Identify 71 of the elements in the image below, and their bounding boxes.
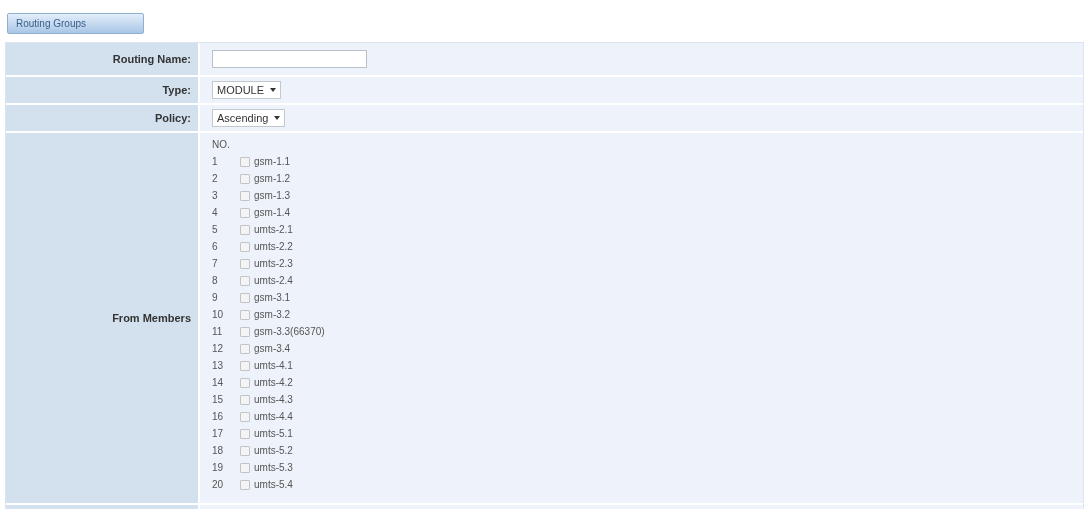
field-label: Policy: (154, 110, 191, 126)
member-label: umts-4.3 (254, 393, 293, 407)
row-number: 20 (212, 478, 225, 492)
row-number: 6 (212, 240, 219, 254)
row-number: 16 (212, 410, 225, 424)
member-label: umts-5.4 (254, 478, 293, 492)
member-checkbox[interactable] (240, 224, 250, 235)
row-number: 11 (212, 325, 224, 339)
member-label: gsm-3.3(66370) (254, 325, 325, 339)
member-checkbox[interactable] (240, 326, 250, 337)
member-label: gsm-3.4 (254, 342, 291, 356)
member-checkbox[interactable] (240, 394, 250, 405)
member-checkbox[interactable] (240, 428, 250, 439)
member-label: umts-5.2 (254, 444, 293, 458)
member-label: gsm-1.1 (254, 155, 291, 169)
member-label: umts-5.1 (254, 427, 293, 441)
member-label: gsm-3.2 (254, 308, 291, 322)
member-checkbox[interactable] (240, 377, 250, 388)
member-label: umts-2.4 (254, 274, 293, 288)
row-number: 10 (212, 308, 225, 322)
member-checkbox[interactable] (240, 360, 250, 371)
field-label: Type: (162, 82, 191, 98)
member-checkbox[interactable] (240, 241, 250, 252)
row-number: 8 (212, 274, 219, 288)
caret-icon (270, 88, 277, 92)
row-number: 9 (212, 291, 219, 305)
row-number: 2 (212, 172, 219, 186)
row-number: 4 (212, 206, 219, 220)
member-label: umts-2.2 (254, 240, 293, 254)
member-checkbox[interactable] (240, 258, 250, 269)
caret-icon (274, 116, 281, 120)
member-checkbox[interactable] (240, 173, 250, 184)
member-label: gsm-1.4 (254, 206, 291, 220)
member-checkbox[interactable] (240, 411, 250, 422)
row-number: 5 (212, 223, 219, 237)
member-checkbox[interactable] (240, 462, 250, 473)
column-heading: NO. (212, 139, 230, 150)
row-number: 18 (212, 444, 225, 458)
member-checkbox[interactable] (240, 275, 250, 286)
member-label: umts-4.2 (254, 376, 293, 390)
member-label: umts-5.3 (254, 461, 293, 475)
member-label: gsm-3.1 (254, 291, 291, 305)
member-label: gsm-1.3 (254, 189, 291, 203)
field-label: Routing Name: (112, 51, 191, 67)
routing-name-input[interactable] (212, 50, 367, 68)
section-tab[interactable]: Routing Groups (7, 13, 144, 34)
row-number: 13 (212, 359, 225, 373)
member-label: umts-4.1 (254, 359, 293, 373)
member-checkbox[interactable] (240, 190, 250, 201)
row-number: 7 (212, 257, 219, 271)
row-number: 15 (212, 393, 225, 407)
row-number: 1 (212, 155, 219, 169)
member-checkbox[interactable] (240, 445, 250, 456)
member-checkbox[interactable] (240, 292, 250, 303)
dropdown[interactable]: Ascending (212, 109, 286, 127)
row-number: 19 (212, 461, 225, 475)
row-number: 3 (212, 189, 219, 203)
field-label: From Members (112, 310, 191, 326)
dropdown[interactable]: MODULE (212, 81, 282, 99)
member-checkbox[interactable] (240, 207, 250, 218)
member-checkbox[interactable] (240, 309, 250, 320)
row-number: 12 (212, 342, 225, 356)
member-label: umts-4.4 (254, 410, 293, 424)
member-label: umts-2.1 (254, 223, 293, 237)
row-number: 14 (212, 376, 225, 390)
row-number: 17 (212, 427, 225, 441)
member-label: umts-2.3 (254, 257, 293, 271)
member-checkbox[interactable] (240, 156, 250, 167)
member-label: gsm-1.2 (254, 172, 291, 186)
member-checkbox[interactable] (240, 343, 250, 354)
member-checkbox[interactable] (240, 479, 250, 490)
